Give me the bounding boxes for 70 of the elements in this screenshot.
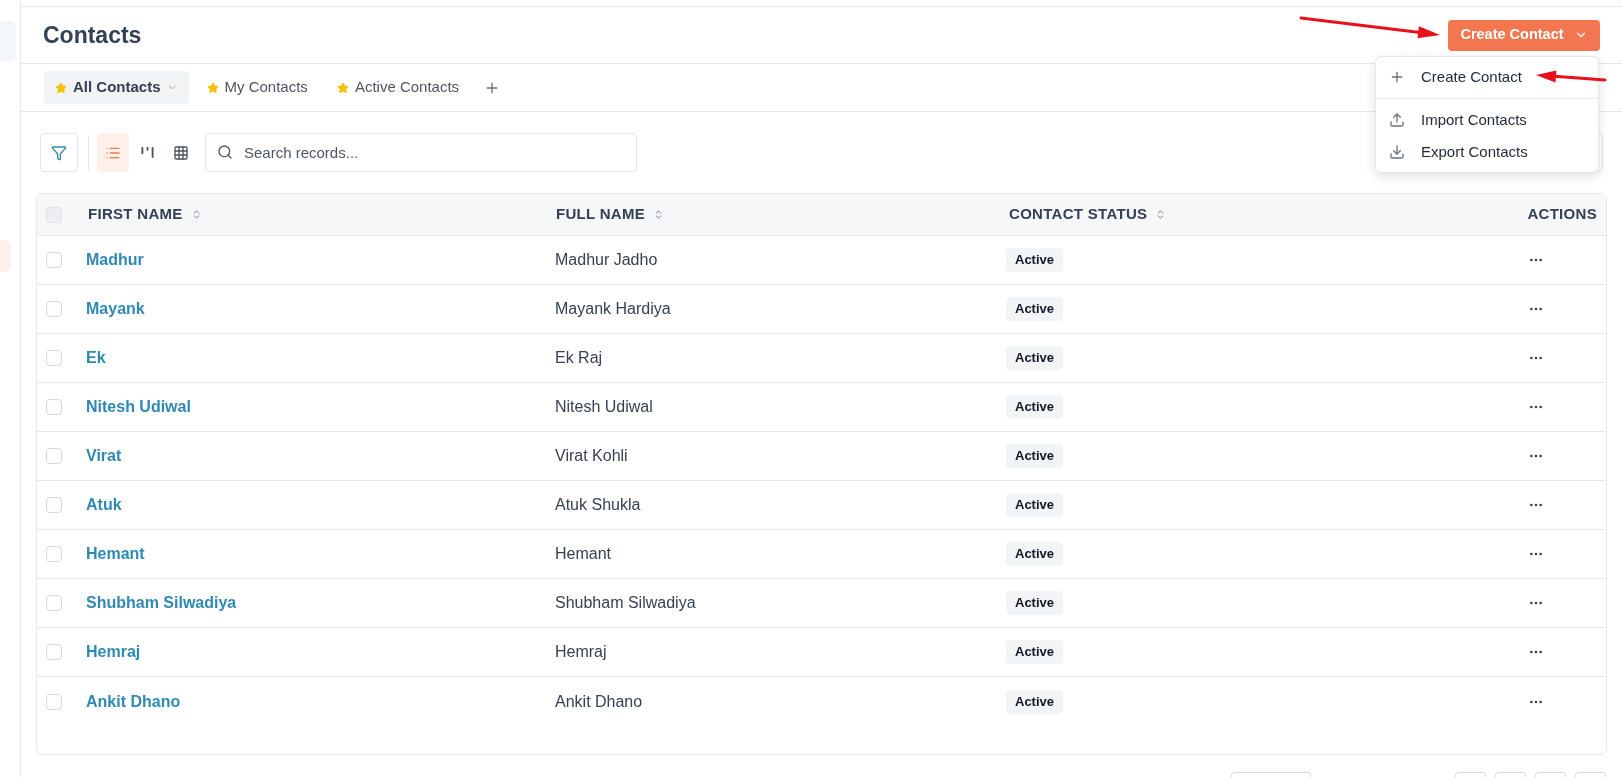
column-header[interactable]: FIRST NAME: [88, 203, 202, 226]
pagination-button[interactable]: [1495, 772, 1526, 777]
contact-name-link[interactable]: Madhur: [86, 248, 144, 272]
upload-icon: [1389, 112, 1405, 128]
search-field[interactable]: Search records...: [205, 133, 637, 172]
pagination-button[interactable]: [1455, 772, 1486, 777]
checkbox[interactable]: [46, 350, 62, 366]
full-name-text: Ek Raj: [555, 348, 603, 368]
column-header[interactable]: CONTACT STATUS: [1009, 203, 1167, 226]
contact-name-link[interactable]: Atuk: [86, 493, 122, 517]
contact-name-link[interactable]: Virat: [86, 444, 122, 468]
status-badge: Active: [1006, 297, 1064, 321]
layout-toggle[interactable]: [97, 133, 129, 172]
checkbox[interactable]: [46, 252, 62, 268]
kanban-icon: [140, 146, 154, 159]
plus-icon: [1389, 69, 1405, 85]
full-name-text: Shubham Silwadiya: [555, 593, 696, 613]
checkbox[interactable]: [46, 693, 62, 710]
view-tab[interactable]: My Contacts: [195, 71, 319, 104]
checkbox[interactable]: [46, 301, 62, 317]
contact-name-link[interactable]: Ankit Dhano: [86, 689, 181, 714]
contact-name-link[interactable]: Hemraj: [86, 640, 141, 664]
pagination-button[interactable]: [1231, 772, 1311, 777]
full-name-text: Madhur Jadho: [555, 250, 658, 270]
menu-item[interactable]: Export Contacts: [1376, 136, 1598, 168]
status-badge: Active: [1006, 640, 1064, 664]
filter-button[interactable]: [40, 133, 78, 172]
checkbox[interactable]: [46, 644, 62, 660]
contact-name-link[interactable]: Nitesh Udiwal: [86, 395, 191, 419]
status-badge: Active: [1006, 444, 1064, 468]
status-badge: Active: [1006, 346, 1064, 370]
pagination-button[interactable]: [1575, 772, 1606, 777]
full-name-text: Nitesh Udiwal: [555, 397, 653, 417]
view-tab[interactable]: Active Contacts: [325, 71, 471, 104]
status-badge: Active: [1006, 591, 1064, 615]
checkbox[interactable]: [46, 399, 62, 415]
full-name-text: Atuk Shukla: [555, 495, 641, 515]
view-tab[interactable]: All Contacts: [44, 71, 189, 104]
contact-name-link[interactable]: Mayank: [86, 297, 145, 321]
contact-name-link[interactable]: Hemant: [86, 542, 145, 566]
column-header[interactable]: FULL NAME: [556, 203, 665, 226]
grid-icon: [173, 144, 189, 161]
checkbox[interactable]: [46, 546, 62, 562]
create-contact-button[interactable]: Create Contact: [1448, 19, 1600, 51]
status-badge: Active: [1006, 493, 1064, 517]
full-name-text: Ankit Dhano: [555, 691, 643, 712]
full-name-text: Virat Kohli: [555, 446, 628, 466]
menu-item[interactable]: Import Contacts: [1376, 104, 1598, 136]
download-icon: [1389, 144, 1405, 160]
pagination-button[interactable]: [1535, 772, 1566, 777]
contact-name-link[interactable]: Shubham Silwadiya: [86, 591, 237, 615]
status-badge: Active: [1006, 689, 1064, 714]
full-name-text: Mayank Hardiya: [555, 299, 671, 319]
star-icon: [206, 81, 219, 94]
column-header: ACTIONS: [1527, 204, 1597, 225]
full-name-text: Hemant: [555, 544, 612, 564]
full-name-text: Hemraj: [555, 642, 607, 662]
status-badge: Active: [1006, 248, 1064, 272]
star-icon: [336, 81, 349, 94]
star-icon: [55, 81, 67, 94]
status-badge: Active: [1006, 542, 1064, 566]
checkbox[interactable]: [46, 595, 62, 611]
status-badge: Active: [1006, 395, 1064, 419]
contact-name-link[interactable]: Ek: [86, 346, 106, 370]
filter-icon: [51, 144, 67, 161]
page-title: Contacts: [43, 23, 142, 47]
checkbox[interactable]: [46, 448, 62, 464]
search-icon: [217, 144, 233, 160]
checkbox[interactable]: [46, 497, 62, 513]
menu-item[interactable]: Create Contact: [1376, 61, 1598, 93]
